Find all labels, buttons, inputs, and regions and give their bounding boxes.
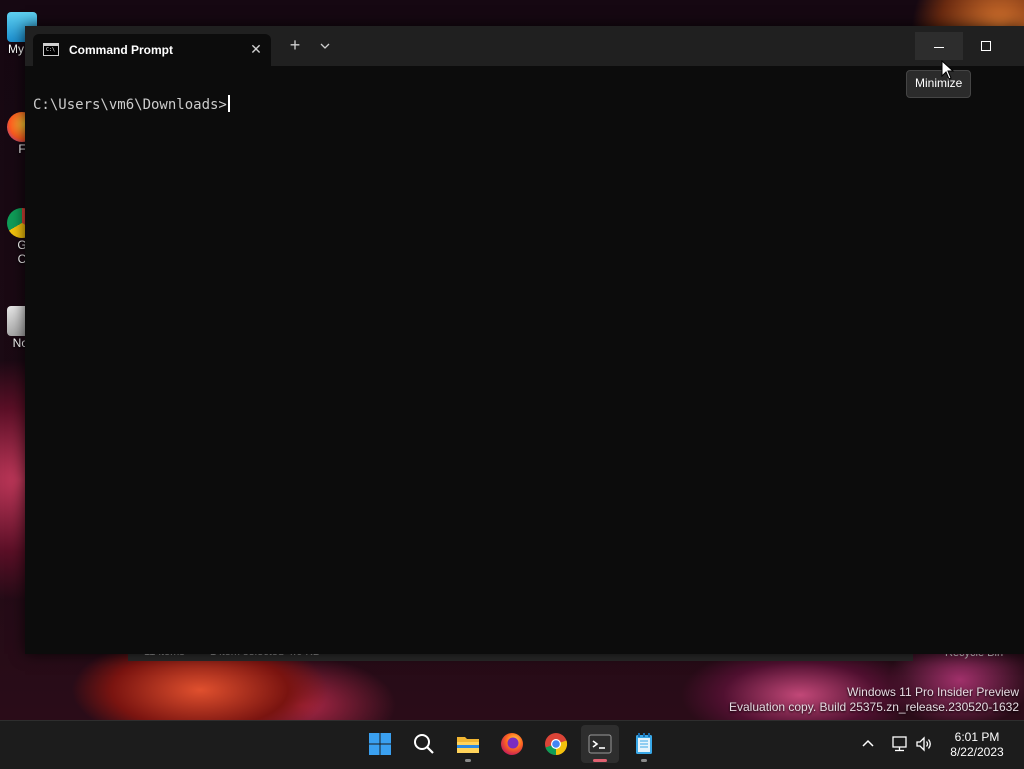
network-icon (892, 736, 907, 752)
firefox-button[interactable] (493, 725, 531, 763)
tab-title: Command Prompt (69, 43, 174, 57)
watermark-edition: Windows 11 Pro Insider Preview (847, 685, 1019, 699)
volume-icon (916, 736, 931, 752)
watermark-build: Evaluation copy. Build 25375.zn_release.… (729, 700, 1019, 714)
system-clock[interactable]: 6:01 PM 8/22/2023 (938, 730, 1016, 760)
cmd-icon: C:\ (43, 43, 59, 56)
chevron-up-icon (862, 739, 874, 747)
prompt-text: C:\Users\vm6\Downloads> (33, 97, 227, 113)
search-button[interactable] (405, 725, 443, 763)
clock-time: 6:01 PM (954, 730, 1000, 744)
folder-icon (457, 737, 479, 753)
minimize-icon (934, 47, 944, 48)
file-explorer-button[interactable] (449, 725, 487, 763)
minimize-button[interactable] (915, 32, 963, 60)
search-icon (414, 734, 434, 754)
terminal-button[interactable] (581, 725, 619, 763)
new-tab-button[interactable]: + (285, 35, 305, 55)
title-bar[interactable]: C:\ Command Prompt ✕ + (25, 26, 1024, 66)
console-output[interactable]: C:\Users\vm6\Downloads> (25, 66, 1024, 654)
windows-start-icon (369, 733, 391, 755)
tab-dropdown-button[interactable] (315, 35, 335, 55)
running-indicator (465, 759, 471, 762)
terminal-icon (588, 734, 612, 754)
firefox-icon (501, 733, 523, 755)
notepad-icon (636, 733, 652, 754)
network-button[interactable] (890, 734, 910, 759)
command-prompt-line: C:\Users\vm6\Downloads> (33, 95, 230, 113)
chrome-button[interactable] (537, 725, 575, 763)
mouse-pointer-icon (941, 60, 955, 80)
start-button[interactable] (361, 725, 399, 763)
active-indicator (593, 759, 607, 762)
chevron-down-icon (320, 43, 330, 49)
running-indicator (641, 759, 647, 762)
show-hidden-icons-button[interactable] (858, 734, 878, 754)
maximize-icon (981, 41, 991, 51)
minimize-tooltip: Minimize (906, 70, 972, 98)
volume-button[interactable] (914, 734, 934, 759)
tab-command-prompt[interactable]: C:\ Command Prompt ✕ (33, 34, 271, 66)
maximize-button[interactable] (963, 32, 1009, 60)
close-tab-button[interactable]: ✕ (246, 39, 266, 59)
windows-watermark: Windows 11 Pro Insider Preview Evaluatio… (729, 685, 1019, 715)
chrome-icon (545, 733, 568, 756)
clock-date: 8/22/2023 (950, 745, 1004, 759)
terminal-window[interactable]: C:\ Command Prompt ✕ + C:\Users\vm6\Down… (25, 26, 1024, 654)
text-cursor (227, 95, 230, 112)
taskbar: 6:01 PM 8/22/2023 (0, 720, 1024, 769)
notepad-button[interactable] (625, 725, 663, 763)
